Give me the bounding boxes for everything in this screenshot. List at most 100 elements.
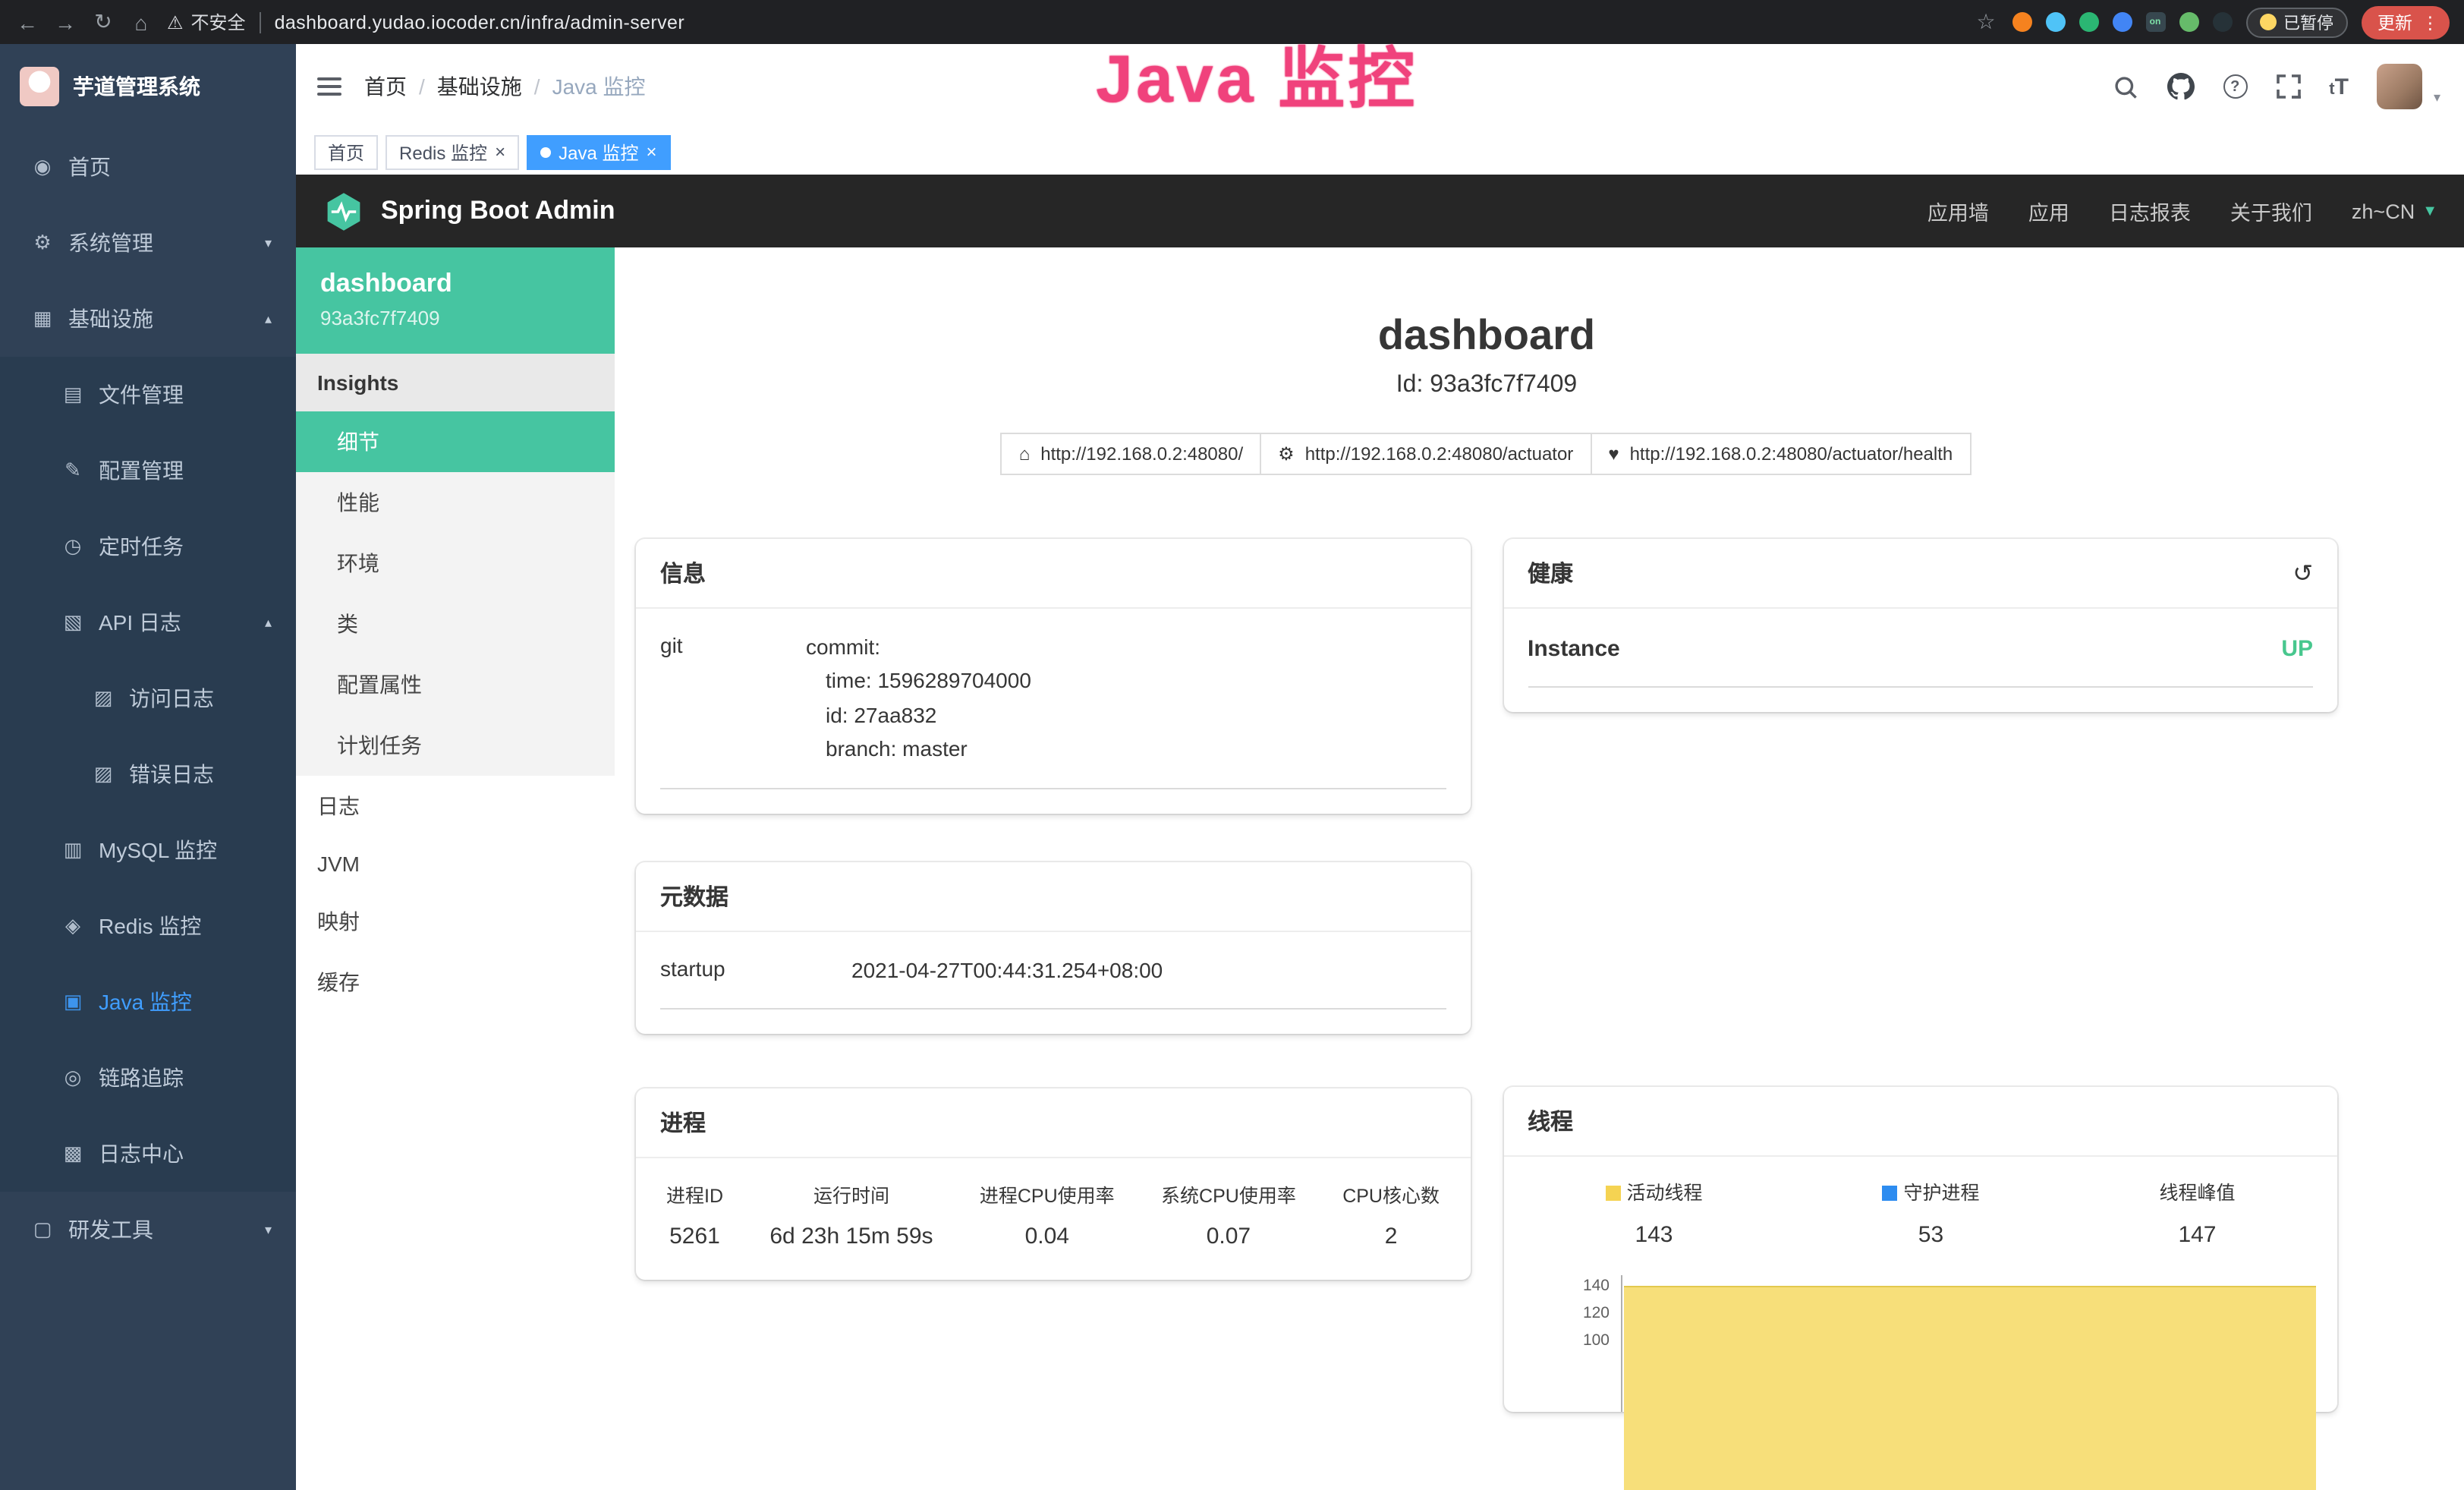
spring-boot-admin: Spring Boot Admin 应用墙 应用 日志报表 关于我们 zh~CN… — [296, 175, 2464, 1490]
sba-item-environment[interactable]: 环境 — [296, 533, 615, 594]
sba-sidebar: dashboard 93a3fc7f7409 Insights 细节 性能 环境… — [296, 247, 615, 1490]
daemon-threads-legend[interactable]: 守护进程 53 — [1882, 1177, 1979, 1248]
sidebar-item-redis-monitor[interactable]: ◈ Redis 监控 — [0, 888, 296, 964]
sba-instance-header[interactable]: dashboard 93a3fc7f7409 — [296, 247, 615, 354]
cpu-cores-metric: CPU核心数 2 — [1342, 1180, 1440, 1249]
sba-language-select[interactable]: zh~CN ▼ — [2352, 200, 2437, 222]
instance-url-link[interactable]: ⌂ http://192.168.0.2:48080/ — [1001, 433, 1261, 475]
chevron-up-icon: ▴ — [265, 310, 272, 327]
sba-item-jvm[interactable]: JVM — [296, 836, 615, 891]
close-icon[interactable]: × — [495, 143, 505, 161]
update-button[interactable]: 更新 ⋮ — [2361, 5, 2450, 39]
gear-icon: ⚙ — [30, 231, 55, 255]
sidebar-item-access-log[interactable]: ▨ 访问日志 — [0, 660, 296, 736]
active-dot — [540, 146, 551, 157]
breadcrumb-infra[interactable]: 基础设施 — [437, 71, 522, 102]
sidebar-item-log-center[interactable]: ▩ 日志中心 — [0, 1116, 296, 1192]
sba-nav-wallboard[interactable]: 应用墙 — [1927, 196, 1989, 226]
history-icon[interactable]: ↺ — [2292, 558, 2313, 588]
trace-icon: ◎ — [61, 1066, 85, 1090]
sba-content: dashboard Id: 93a3fc7f7409 ⌂ http://192.… — [615, 247, 2464, 1490]
sba-item-metrics[interactable]: 性能 — [296, 472, 615, 533]
sidebar-item-schedule-job[interactable]: ◷ 定时任务 — [0, 509, 296, 584]
sba-item-scheduled-tasks[interactable]: 计划任务 — [296, 715, 615, 776]
breadcrumb: 首页 / 基础设施 / Java 监控 — [364, 71, 646, 102]
sba-item-logs[interactable]: 日志 — [296, 776, 615, 836]
browser-menu-icon[interactable]: ⋮ — [2422, 11, 2439, 33]
sba-brand-title[interactable]: Spring Boot Admin — [381, 196, 615, 226]
sidebar-item-home[interactable]: ◉ 首页 — [0, 129, 296, 205]
instance-health-row[interactable]: Instance UP — [1528, 609, 2313, 688]
sba-item-mappings[interactable]: 映射 — [296, 891, 615, 952]
extension-icon-7[interactable] — [2212, 12, 2232, 32]
star-icon[interactable]: ☆ — [1974, 9, 1998, 35]
file-manage-icon: ▤ — [61, 383, 85, 407]
sba-item-config-props[interactable]: 配置属性 — [296, 654, 615, 715]
sba-nav-journal[interactable]: 日志报表 — [2109, 196, 2191, 226]
log-center-icon: ▩ — [61, 1142, 85, 1166]
java-monitor-icon: ▣ — [61, 990, 85, 1014]
sidebar-item-infra[interactable]: ▦ 基础设施 ▴ — [0, 281, 296, 357]
git-commit-label: commit: — [806, 630, 1446, 664]
avatar[interactable] — [2377, 64, 2423, 109]
extension-icon-5[interactable]: on — [2145, 12, 2165, 32]
sidebar-item-file-manage[interactable]: ▤ 文件管理 — [0, 357, 296, 433]
extension-icon-6[interactable] — [2179, 12, 2198, 32]
admin-sidebar: 芋道管理系统 ◉ 首页 ⚙ 系统管理 ▾ ▦ 基础设施 ▴ ▤ 文件管理 ✎ 配… — [0, 44, 296, 1490]
fullscreen-icon[interactable] — [2276, 74, 2300, 99]
sidebar-item-system[interactable]: ⚙ 系统管理 ▾ — [0, 205, 296, 281]
actuator-url-link[interactable]: ⚙ http://192.168.0.2:48080/actuator — [1260, 433, 1591, 475]
health-url-link[interactable]: ♥ http://192.168.0.2:48080/actuator/heal… — [1590, 433, 1971, 475]
home-icon[interactable]: ⌂ — [129, 10, 153, 34]
tab-redis-monitor[interactable]: Redis 监控 × — [385, 134, 519, 169]
status-badge: UP — [2281, 636, 2313, 662]
legend-swatch-blue — [1882, 1186, 1897, 1201]
sba-nav-applications[interactable]: 应用 — [2028, 196, 2069, 226]
search-icon[interactable] — [2112, 74, 2138, 99]
sidebar-fold-icon[interactable] — [317, 77, 341, 96]
forward-icon[interactable]: → — [53, 10, 77, 34]
threads-card-title: 线程 — [1503, 1087, 2337, 1157]
sidebar-item-dev-tools[interactable]: ▢ 研发工具 ▾ — [0, 1192, 296, 1268]
breadcrumb-home[interactable]: 首页 — [364, 71, 407, 102]
back-icon[interactable]: ← — [15, 10, 39, 34]
instance-name: dashboard — [320, 269, 590, 299]
sidebar-item-mysql-monitor[interactable]: ▥ MySQL 监控 — [0, 812, 296, 888]
chevron-up-icon: ▴ — [265, 614, 272, 631]
github-icon[interactable] — [2167, 73, 2194, 100]
close-icon[interactable]: × — [646, 143, 656, 161]
spring-boot-logo-icon[interactable] — [323, 191, 364, 232]
sidebar-item-error-log[interactable]: ▨ 错误日志 — [0, 736, 296, 812]
sba-nav-about[interactable]: 关于我们 — [2230, 196, 2312, 226]
git-commit-id: id: 27aa832 — [806, 698, 1446, 732]
sba-item-details[interactable]: 细节 — [296, 411, 615, 472]
address-bar[interactable]: dashboard.yudao.iocoder.cn/infra/admin-s… — [275, 11, 685, 33]
extension-icon-2[interactable] — [2045, 12, 2065, 32]
sidebar-item-api-log[interactable]: ▧ API 日志 ▴ — [0, 584, 296, 660]
tab-java-monitor[interactable]: Java 监控 × — [527, 134, 670, 169]
sidebar-item-java-monitor[interactable]: ▣ Java 监控 — [0, 964, 296, 1040]
sba-item-caches[interactable]: 缓存 — [296, 952, 615, 1013]
sidebar-item-config-manage[interactable]: ✎ 配置管理 — [0, 433, 296, 509]
paused-badge[interactable]: 已暂停 — [2245, 7, 2347, 37]
page-title: dashboard — [636, 311, 2337, 360]
extension-icon-3[interactable] — [2079, 12, 2098, 32]
uptime-metric: 运行时间 6d 23h 15m 59s — [769, 1180, 933, 1249]
wrench-icon: ⚙ — [1278, 443, 1295, 465]
live-threads-legend[interactable]: 活动线程 143 — [1605, 1177, 1702, 1248]
page-subtitle: Id: 93a3fc7f7409 — [636, 372, 2337, 399]
extension-icon-4[interactable] — [2112, 12, 2132, 32]
app-logo[interactable]: 芋道管理系统 — [0, 44, 296, 129]
security-indicator[interactable]: ⚠ 不安全 — [167, 9, 246, 35]
font-size-icon[interactable]: tT — [2329, 74, 2349, 99]
sidebar-item-trace[interactable]: ◎ 链路追踪 — [0, 1040, 296, 1116]
process-cpu-metric: 进程CPU使用率 0.04 — [980, 1180, 1115, 1249]
health-card-title: 健康 — [1528, 557, 1573, 589]
dev-tools-icon: ▢ — [30, 1218, 55, 1242]
git-commit-time: time: 1596289704000 — [806, 664, 1446, 698]
tab-home[interactable]: 首页 — [314, 134, 378, 169]
reload-icon[interactable]: ↻ — [91, 9, 115, 35]
extension-icon-1[interactable] — [2012, 12, 2031, 32]
sba-item-classes[interactable]: 类 — [296, 594, 615, 654]
help-icon[interactable]: ? — [2223, 74, 2247, 99]
